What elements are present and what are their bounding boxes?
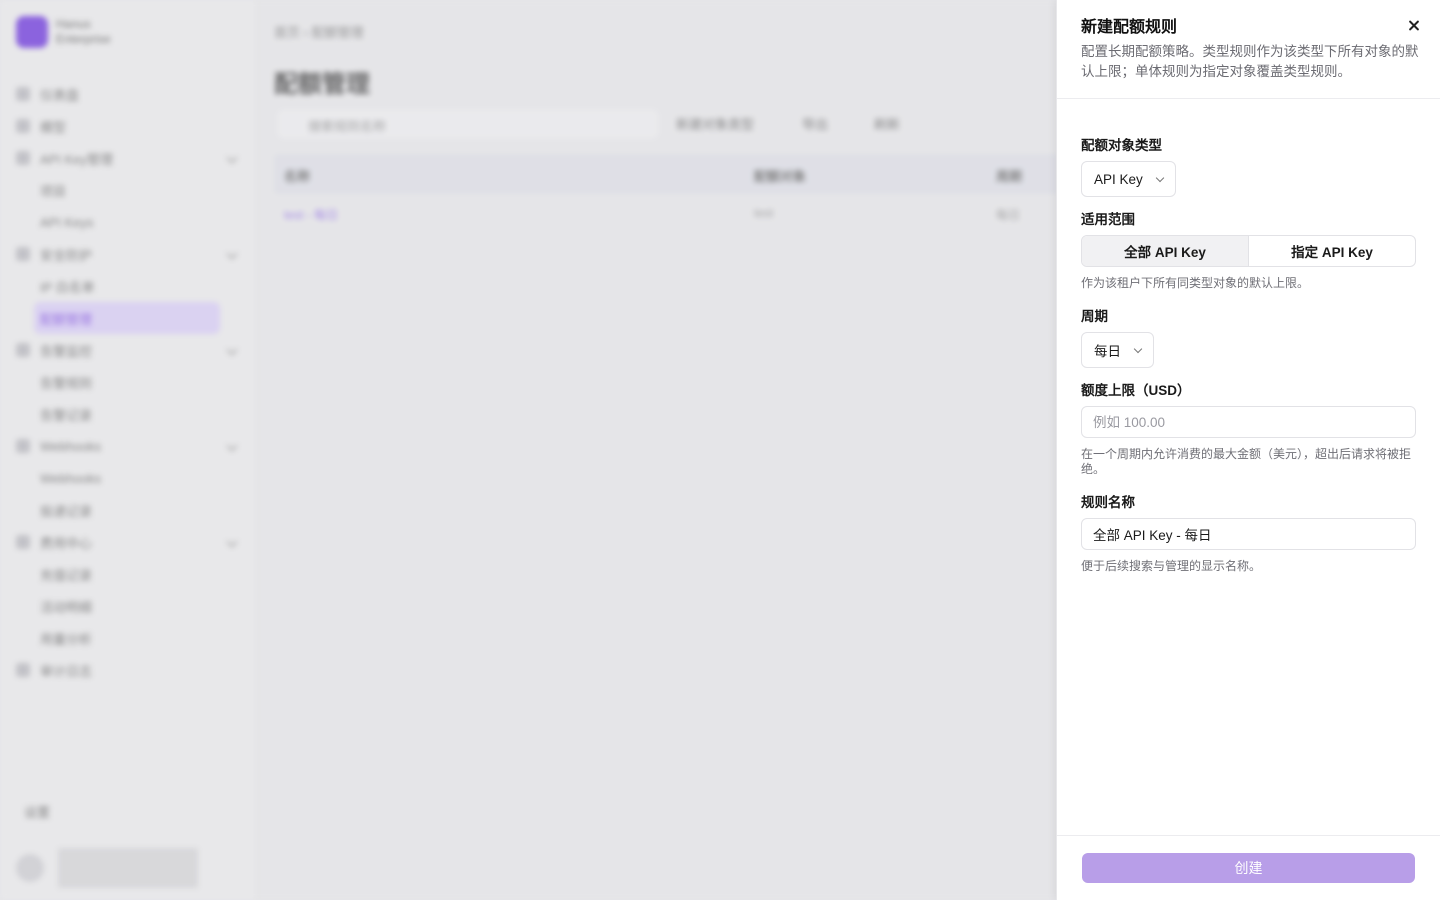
rule-name-input[interactable]: [1081, 518, 1416, 550]
scope-segmented-control: 全部 API Key 指定 API Key: [1081, 235, 1416, 267]
object-type-select[interactable]: API Key: [1081, 161, 1176, 197]
drawer-header: 新建配额规则 配置长期配额策略。类型规则作为该类型下所有对象的默认上限；单体规则…: [1057, 0, 1440, 99]
chevron-down-icon: [1133, 344, 1143, 353]
chevron-down-icon: [1155, 173, 1165, 182]
period-value: 每日: [1094, 344, 1121, 359]
drawer-footer: 创建: [1057, 835, 1440, 900]
quota-rule-form: 配额对象类型 API Key 适用范围 全部 API Key 指定 API Ke…: [1081, 136, 1416, 574]
limit-hint: 在一个周期内允许消费的最大金额（美元），超出后请求将被拒绝。: [1081, 447, 1412, 476]
rule-name-label: 规则名称: [1081, 495, 1135, 510]
object-type-label: 配额对象类型: [1081, 138, 1162, 153]
rule-name-hint: 便于后续搜索与管理的显示名称。: [1081, 559, 1262, 573]
limit-input[interactable]: [1081, 406, 1416, 438]
drawer-description: 配置长期配额策略。类型规则作为该类型下所有对象的默认上限；单体规则为指定对象覆盖…: [1081, 44, 1419, 79]
close-icon[interactable]: [1404, 16, 1424, 36]
create-button[interactable]: 创建: [1082, 853, 1415, 883]
new-quota-rule-drawer: 新建配额规则 配置长期配额策略。类型规则作为该类型下所有对象的默认上限；单体规则…: [1056, 0, 1440, 900]
period-select[interactable]: 每日: [1081, 332, 1154, 368]
period-label: 周期: [1081, 309, 1108, 324]
object-type-value: API Key: [1094, 171, 1143, 187]
scope-hint: 作为该租户下所有同类型对象的默认上限。: [1081, 276, 1310, 290]
scope-option-specific[interactable]: 指定 API Key: [1248, 236, 1415, 266]
drawer-title: 新建配额规则: [1081, 19, 1178, 36]
scope-label: 适用范围: [1081, 212, 1135, 227]
limit-label: 额度上限（USD）: [1081, 383, 1191, 398]
scope-option-all[interactable]: 全部 API Key: [1082, 236, 1248, 266]
